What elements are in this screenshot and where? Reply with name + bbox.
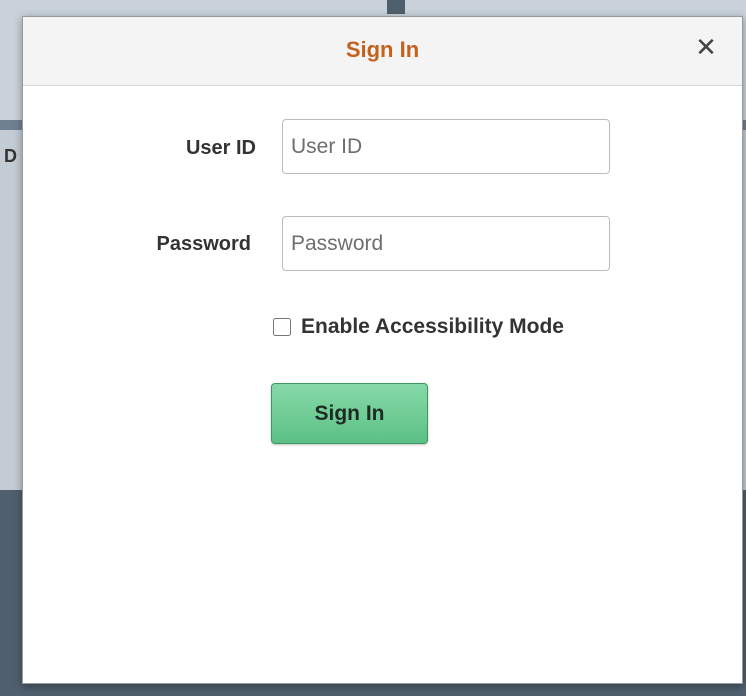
dialog-titlebar: Sign In ✕ xyxy=(23,17,742,86)
sign-in-dialog: Sign In ✕ User ID Password Enable Access… xyxy=(22,16,743,684)
user-id-label: User ID xyxy=(185,137,256,159)
dialog-title: Sign In xyxy=(345,37,420,62)
backdrop-notch xyxy=(387,0,405,14)
password-input[interactable] xyxy=(282,216,610,271)
backdrop-partial-text: D xyxy=(4,146,17,166)
password-label: Password xyxy=(156,233,251,255)
accessibility-checkbox[interactable] xyxy=(273,318,291,336)
user-id-input[interactable] xyxy=(282,119,610,174)
sign-in-button[interactable]: Sign In xyxy=(271,383,428,444)
accessibility-row: Enable Accessibility Mode xyxy=(273,315,564,339)
accessibility-label[interactable]: Enable Accessibility Mode xyxy=(301,315,564,339)
close-icon[interactable]: ✕ xyxy=(692,33,720,61)
